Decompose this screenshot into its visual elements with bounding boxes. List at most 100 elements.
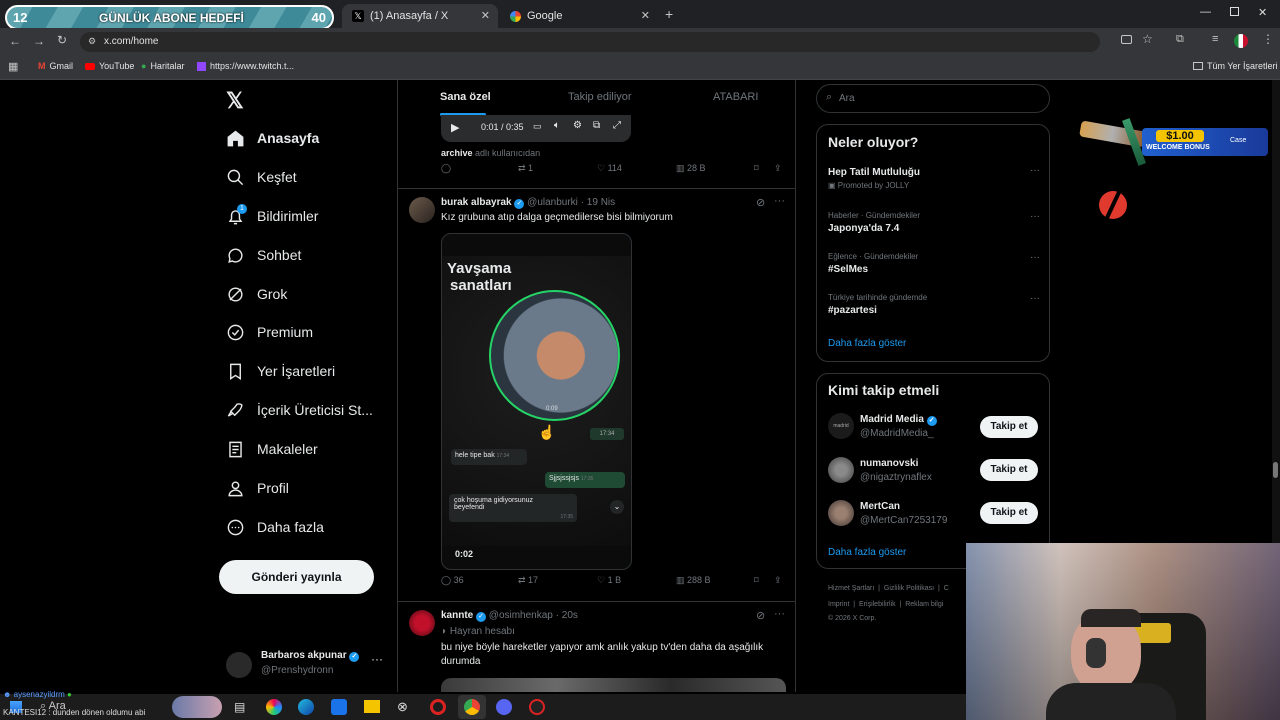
like-button[interactable]: ♡ 1 B [597, 575, 621, 586]
follow-name[interactable]: numanovski [860, 458, 918, 469]
footer-link[interactable]: Gizlilik Politikası [884, 585, 934, 592]
url-input[interactable]: ⚙ x.com/home [80, 32, 1100, 52]
nav-explore[interactable]: Keşfet [226, 165, 297, 189]
more-icon[interactable]: ··· [371, 652, 383, 666]
nav-home[interactable]: Anasayfa [226, 126, 319, 150]
site-info-icon[interactable]: ⚙ [88, 36, 96, 47]
minimize-icon[interactable]: — [1200, 6, 1211, 18]
more-icon[interactable]: ··· [774, 608, 785, 620]
share-icon[interactable]: ⇪ [774, 163, 782, 174]
nav-profile[interactable]: Profil [226, 476, 289, 500]
grok-icon[interactable]: ⊘ [756, 196, 765, 209]
share-icon[interactable]: ⇪ [774, 575, 782, 586]
search-input[interactable]: ⌕ Ara [816, 84, 1050, 113]
tab-list[interactable]: ATABARI [713, 91, 758, 103]
edge-icon[interactable] [298, 699, 314, 715]
tab-following[interactable]: Takip ediliyor [568, 91, 632, 103]
post-kannte[interactable]: kannte ✓ @osimhenkap · 20s ⊘ ··· ◗ Hayra… [398, 602, 795, 692]
more-icon[interactable]: ··· [1030, 211, 1040, 222]
avatar[interactable] [828, 500, 854, 526]
settings-icon[interactable]: ⚙ [573, 120, 582, 131]
repost-button[interactable]: ⇄ 1 [518, 163, 533, 174]
nav-articles[interactable]: Makaleler [226, 437, 318, 461]
trend-item[interactable]: Türkiye tarihinde gündemde #pazartesi ··… [828, 293, 1040, 323]
discord-icon[interactable] [496, 699, 512, 715]
trend-item[interactable]: Hep Tatil Mutluluğu ▣ Promoted by JOLLY … [828, 165, 1040, 197]
avatar[interactable] [409, 610, 435, 636]
reload-icon[interactable]: ↻ [57, 33, 67, 47]
all-bookmarks[interactable]: Tüm Yer İşaretleri [1193, 61, 1278, 71]
follow-button[interactable]: Takip et [980, 502, 1038, 524]
footer-link[interactable]: Reklam bilgi [905, 601, 943, 608]
tab-google[interactable]: Google ✕ [500, 4, 658, 28]
post-burak[interactable]: burak albayrak ✓ @ulanburki · 19 Nis ⊘ ·… [398, 189, 795, 601]
footer-link[interactable]: C [944, 585, 949, 592]
extensions-icon[interactable]: ⧉ [1176, 33, 1184, 46]
follow-button[interactable]: Takip et [980, 459, 1038, 481]
cast-icon[interactable] [1121, 35, 1132, 44]
author-name[interactable]: burak albayrak [441, 197, 512, 208]
scrollbar-thumb[interactable] [1273, 462, 1278, 478]
account-switcher[interactable]: Barbaros akpunar ✓ @Prenshydronn ··· [226, 650, 386, 680]
post-button[interactable]: Gönderi yayınla [219, 560, 374, 594]
bookmark-maps[interactable]: ● Haritalar [141, 61, 184, 71]
author-name[interactable]: kannte [441, 610, 473, 621]
nav-chat[interactable]: Sohbet [226, 243, 301, 267]
fullscreen-icon[interactable]: ⤢ [613, 120, 621, 131]
avatar[interactable] [828, 457, 854, 483]
post-media-image[interactable] [441, 678, 786, 692]
post-date[interactable]: · 19 Nis [581, 197, 615, 208]
views-button[interactable]: ▥ 28 B [676, 163, 706, 174]
window-close-icon[interactable]: ✕ [1258, 6, 1267, 19]
opera-icon[interactable] [430, 699, 446, 715]
copilot-icon[interactable] [266, 699, 282, 715]
bookmark-youtube[interactable]: YouTube [85, 61, 134, 71]
file-explorer-icon[interactable] [364, 700, 380, 713]
obs-icon[interactable] [529, 699, 545, 715]
pip-icon[interactable]: ⧉ [593, 120, 600, 131]
post-video[interactable]: Yavşama sanatları 0:09 17:34 hele tipe b… [441, 233, 632, 570]
widgets-button[interactable] [172, 696, 222, 718]
views-button[interactable]: ▥ 288 B [676, 575, 711, 586]
nav-grok[interactable]: Grok [226, 282, 287, 306]
bookmark-icon[interactable]: ⌑ [754, 163, 759, 174]
play-icon[interactable]: ▶ [451, 121, 459, 134]
like-button[interactable]: ♡ 114 [597, 163, 622, 174]
footer-link[interactable]: Erişilebilirlik [859, 601, 896, 608]
trend-item[interactable]: Haberler · Gündemdekiler Japonya'da 7.4 … [828, 211, 1040, 241]
author-handle[interactable]: @osimhenkap [489, 610, 553, 621]
reply-icon[interactable]: ◯ [441, 163, 451, 174]
nav-creator-studio[interactable]: İçerik Üreticisi St... [226, 398, 373, 422]
trend-item[interactable]: Eğlence · Gündemdekiler #SelMes ··· [828, 252, 1040, 282]
footer-link[interactable]: Imprint [828, 601, 849, 608]
follow-name[interactable]: MertCan [860, 501, 900, 512]
task-view-icon[interactable]: ▤ [234, 700, 245, 714]
bookmark-twitch[interactable]: https://www.twitch.t... [197, 61, 294, 71]
more-icon[interactable]: ··· [1030, 252, 1040, 263]
reading-list-icon[interactable]: ≡ [1212, 33, 1218, 45]
follow-name-row[interactable]: Madrid Media ✓ [860, 414, 937, 426]
nav-bookmarks[interactable]: Yer İşaretleri [226, 359, 335, 383]
volume-icon[interactable]: 🔈︎ [554, 120, 560, 131]
avatar[interactable] [409, 197, 435, 223]
close-icon[interactable]: ✕ [481, 9, 490, 22]
more-icon[interactable]: ··· [774, 195, 785, 207]
x-logo-icon[interactable]: 𝕏 [226, 88, 244, 114]
grok-icon[interactable]: ⊘ [756, 609, 765, 622]
bookmark-gmail[interactable]: M Gmail [38, 61, 73, 71]
mail-icon[interactable] [331, 699, 347, 715]
profile-avatar[interactable] [1234, 34, 1248, 48]
tab-for-you[interactable]: Sana özel [440, 91, 491, 103]
reply-button[interactable]: ◯ 36 [441, 575, 464, 586]
close-icon[interactable]: ✕ [641, 9, 650, 22]
chrome-icon[interactable] [464, 699, 480, 715]
apps-grid-icon[interactable]: ▦ [8, 60, 18, 73]
tab-x-home[interactable]: 𝕏 (1) Anasayfa / X ✕ [342, 4, 498, 28]
forward-icon[interactable]: → [33, 34, 45, 48]
nav-premium[interactable]: Premium [226, 320, 313, 344]
bookmark-star-icon[interactable]: ☆ [1142, 32, 1153, 46]
menu-kebab-icon[interactable]: ⋮ [1262, 32, 1274, 46]
author-handle[interactable]: @ulanburki [527, 197, 578, 208]
captions-icon[interactable]: ▭ [533, 121, 542, 132]
app-icon[interactable]: ⊗ [397, 699, 408, 715]
